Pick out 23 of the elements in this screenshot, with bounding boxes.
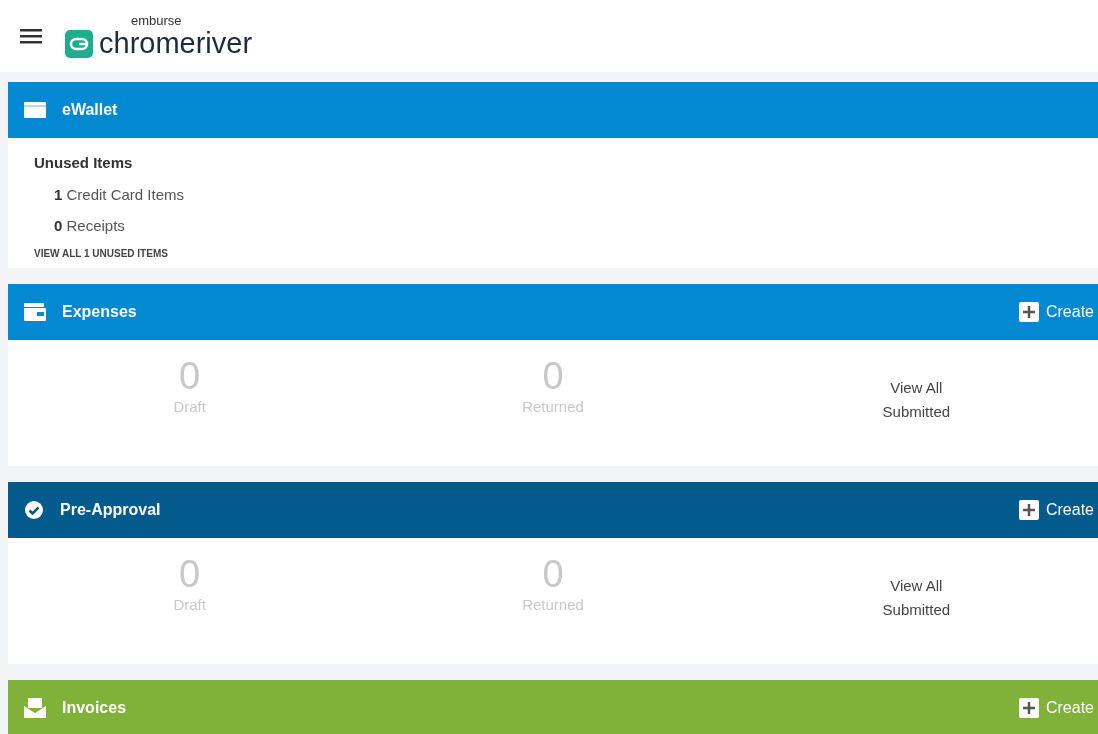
menu-icon[interactable] [20, 28, 42, 44]
wallet-icon [24, 303, 46, 321]
plus-icon [1018, 302, 1039, 322]
view-all-link[interactable]: VIEW ALL 1 UNUSED ITEMS [34, 245, 168, 261]
logo-subtitle: emburse [131, 13, 183, 27]
logo-title: chromeriver [99, 26, 253, 59]
create-button[interactable]: Create [1018, 498, 1094, 522]
plus-icon [1018, 500, 1039, 520]
section-title: Expenses [62, 302, 137, 322]
card-icon [24, 102, 46, 118]
envelope-icon [24, 698, 46, 718]
check-icon [24, 500, 44, 520]
unused-item-link[interactable]: 1 Credit Card Items [54, 183, 185, 206]
view-all-link[interactable]: View All Submitted [876, 376, 957, 424]
section-title: Pre-Approval [60, 500, 161, 520]
create-button[interactable]: Create [1018, 300, 1094, 324]
logo-icon [65, 29, 93, 58]
unused-item-link[interactable]: 0 Receipts [54, 215, 125, 238]
section-title: eWallet [62, 100, 118, 120]
unused-heading: Unused Items [34, 153, 133, 173]
view-all-link[interactable]: View All Submitted [876, 574, 957, 622]
section-title: Invoices [62, 698, 127, 718]
plus-icon [1018, 698, 1039, 718]
